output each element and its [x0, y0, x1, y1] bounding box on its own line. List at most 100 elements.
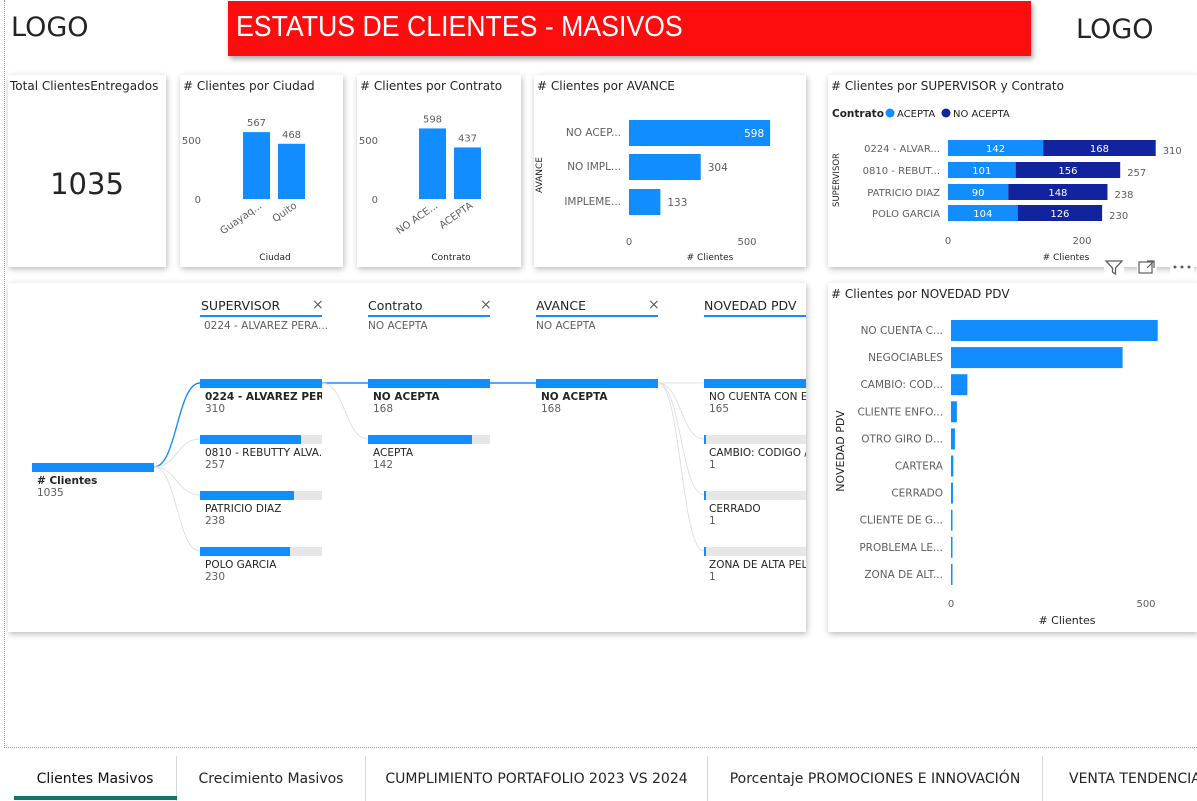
data-label: 437 — [458, 133, 477, 144]
tree-supervisor-node-value: 238 — [205, 515, 226, 527]
legend-label: NO ACEPTA — [953, 109, 1010, 120]
bar — [243, 132, 270, 199]
x-tick-label: Guayaq... — [218, 200, 264, 237]
tree-header-contrato[interactable]: Contrato — [368, 298, 423, 313]
y-axis-label: SUPERVISOR — [832, 153, 842, 207]
tab-cumplimiento-portafolio[interactable]: CUMPLIMIENTO PORTAFOLIO 2023 VS 2024 — [366, 756, 708, 801]
filter-icon[interactable] — [1104, 258, 1124, 276]
data-label: 468 — [282, 130, 301, 141]
tree-novedad-node-track[interactable] — [704, 379, 806, 388]
tree-novedad-node-label: CERRADO — [709, 503, 761, 515]
data-label: 142 — [986, 144, 1005, 155]
kpi-card-total[interactable]: Total ClientesEntregados 1035 — [8, 75, 166, 267]
x-tick-label: ACEPTA — [438, 200, 476, 231]
contrato-plot: 500 0 598 NO ACE... 437 ACEPTA Contrato — [359, 114, 481, 263]
y-tick-label: CLIENTE DE G... — [860, 515, 943, 527]
tree-link — [153, 466, 201, 496]
bar — [629, 189, 661, 215]
chart-clientes-por-novedad-pdv[interactable]: # Clientes por NOVEDAD PDV NOVEDAD PDV NO… — [828, 283, 1197, 632]
y-tick-label: CERRADO — [891, 488, 943, 500]
x-tick-label: 0 — [948, 599, 954, 610]
x-axis-label: Ciudad — [259, 253, 290, 263]
kpi-title: Total ClientesEntregados — [10, 79, 159, 93]
data-label: 133 — [667, 197, 687, 209]
tree-contrato-node-track[interactable] — [368, 435, 490, 444]
tree-supervisor-node-bar — [200, 491, 294, 500]
tree-novedad-node-label: ZONA DE ALTA PEL — [709, 559, 806, 571]
data-label: 168 — [1090, 144, 1109, 155]
bar — [951, 320, 1158, 341]
tree-supervisor-node-track[interactable] — [200, 379, 322, 388]
bar — [951, 563, 953, 585]
tree-root-node-bar — [32, 463, 154, 472]
close-icon[interactable]: × — [480, 297, 492, 313]
tree-supervisor-node-label: 0810 - REBUTTY ALVA... — [205, 447, 322, 459]
chart-clientes-por-ciudad[interactable]: # Clientes por Ciudad 500 0 567 Guayaq... 46… — [180, 75, 343, 267]
y-tick-label: NO CUENTA C... — [861, 325, 943, 337]
data-label: 567 — [247, 118, 266, 129]
tree-supervisor-node-track[interactable] — [200, 547, 322, 556]
decomposition-tree[interactable]: SUPERVISOR × 0224 - ALVAREZ PERA... Cont… — [8, 283, 806, 632]
y-tick-label: IMPLEME... — [564, 196, 621, 208]
tab-crecimiento-masivos[interactable]: Crecimiento Masivos — [177, 756, 366, 801]
bar — [951, 482, 953, 504]
tree-header-novedad[interactable]: NOVEDAD PDV — [704, 298, 796, 313]
y-axis-label: AVANCE — [535, 157, 545, 193]
tree-supervisor-node-label: POLO GARCIA — [205, 559, 277, 571]
data-label: 104 — [973, 209, 992, 220]
tree-supervisor-node-bar — [200, 379, 322, 388]
tab-porcentaje-promociones[interactable]: Porcentaje PROMOCIONES E INNOVACIÓN — [708, 756, 1043, 801]
focus-mode-icon[interactable] — [1137, 258, 1157, 276]
tree-header-underline — [704, 315, 806, 317]
tree-supervisor-node-track[interactable] — [200, 491, 322, 500]
logo-left: LOGO — [11, 12, 89, 43]
tree-supervisor-node-bar — [200, 435, 302, 444]
x-tick-label: 500 — [1136, 599, 1155, 610]
total-label: 230 — [1109, 211, 1128, 222]
legend-marker — [885, 108, 895, 118]
y-axis-label: NOVEDAD PDV — [834, 410, 847, 492]
tab-venta-tendencia[interactable]: VENTA TENDENCIA — [1043, 756, 1197, 801]
tree-novedad-node-track[interactable] — [704, 491, 806, 500]
tree-contrato-node-track[interactable] — [368, 379, 490, 388]
tree-avance-node-track[interactable] — [536, 379, 658, 388]
close-icon[interactable]: × — [312, 297, 324, 313]
bar — [951, 509, 953, 531]
tree-link — [657, 382, 705, 552]
bar — [629, 154, 701, 180]
tree-supervisor-node-label: 0224 - ALVAREZ PER... — [205, 391, 322, 403]
tree-header-supervisor[interactable]: SUPERVISOR — [201, 298, 280, 313]
bar — [419, 128, 446, 199]
novedad-plot: NOVEDAD PDV NO CUENTA C... NEGOCIABLES CAMB… — [834, 320, 1158, 627]
more-options-icon[interactable] — [1170, 258, 1194, 276]
chart-clientes-por-contrato[interactable]: # Clientes por Contrato 500 0 598 NO ACE...… — [357, 75, 521, 267]
tree-contrato-node-bar — [368, 379, 490, 388]
bar — [454, 147, 481, 199]
x-tick-label: 200 — [1072, 236, 1091, 247]
tree-header-avance[interactable]: AVANCE — [536, 298, 586, 313]
tree-filter-avance: NO ACEPTA — [536, 320, 596, 332]
tree-avance-node-label: NO ACEPTA — [541, 391, 608, 403]
tree-novedad-node-track[interactable] — [704, 547, 806, 556]
legend-marker — [941, 108, 951, 118]
tree-avance-node-value: 168 — [541, 403, 562, 415]
data-label: 304 — [708, 162, 728, 174]
x-tick-label: 0 — [626, 237, 632, 248]
tree-root-node-track[interactable] — [32, 463, 154, 472]
tree-novedad-node-bar — [704, 435, 706, 444]
tab-clientes-masivos[interactable]: Clientes Masivos — [14, 756, 177, 801]
legend-label: ACEPTA — [897, 109, 935, 120]
tree-novedad-node-track[interactable] — [704, 435, 806, 444]
tree-link — [153, 382, 201, 468]
close-icon[interactable]: × — [648, 297, 660, 313]
data-label: 126 — [1050, 209, 1069, 220]
x-axis-label: # Clientes — [687, 253, 734, 263]
tree-link — [153, 438, 201, 468]
total-label: 310 — [1163, 146, 1182, 157]
x-axis-label: # Clientes — [1038, 614, 1095, 627]
tree-filter-contrato: NO ACEPTA — [368, 320, 428, 332]
chart-clientes-por-supervisor-contrato[interactable]: # Clientes por SUPERVISOR y Contrato Con… — [828, 75, 1197, 267]
supervisor-plot: Contrato ACEPTA NO ACEPTA SUPERVISOR 0224 - … — [832, 108, 1182, 263]
tree-supervisor-node-track[interactable] — [200, 435, 322, 444]
chart-clientes-por-avance[interactable]: # Clientes por AVANCE AVANCE NO ACEP... 59… — [534, 75, 806, 267]
